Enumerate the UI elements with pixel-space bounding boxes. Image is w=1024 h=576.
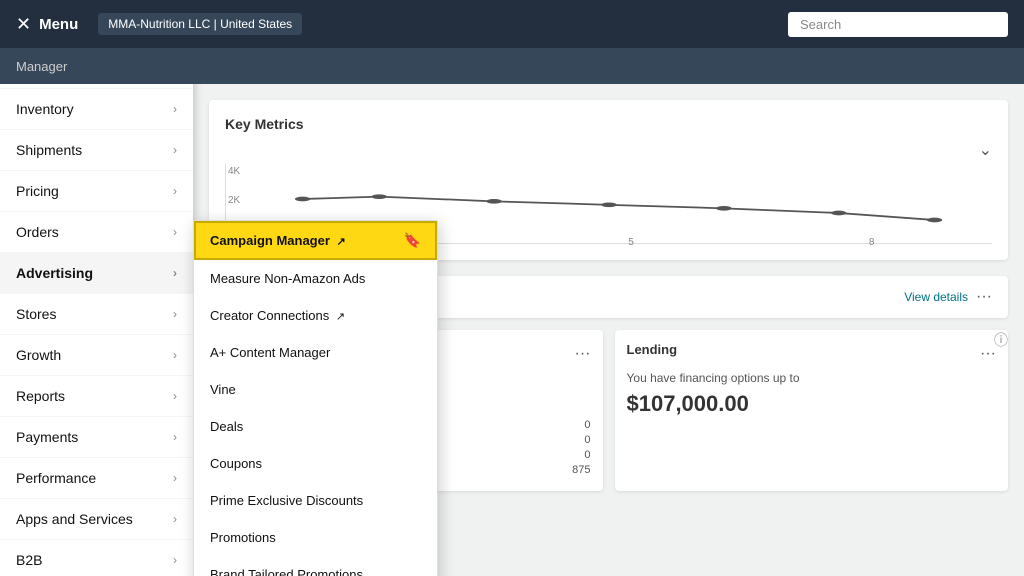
sidebar-item-inventory[interactable]: Inventory ›: [0, 89, 193, 130]
search-placeholder: Search: [800, 17, 841, 32]
menu-label: Menu: [39, 16, 78, 33]
sidebar-item-growth-label: Growth: [16, 347, 61, 363]
chart-label-2k: 2K: [228, 195, 240, 206]
sidebar-item-orders-label: Orders: [16, 224, 59, 240]
chart-date-2: 5: [628, 237, 634, 248]
sidebar-item-stores-label: Stores: [16, 306, 56, 322]
resolve-info-icon[interactable]: ⓘ: [994, 330, 1008, 350]
sidebar-item-growth[interactable]: Growth ›: [0, 335, 193, 376]
sidebar-item-payments-label: Payments: [16, 429, 78, 445]
external-link-icon-2: ↗: [336, 311, 345, 323]
lending-text: You have financing options up to: [627, 371, 997, 385]
chevron-icon: ›: [173, 553, 177, 567]
close-icon[interactable]: ✕: [16, 14, 31, 35]
chevron-icon: ›: [173, 512, 177, 526]
top-bar-left: ✕ Menu: [16, 14, 78, 35]
lending-title: Lending: [627, 342, 678, 357]
campaign-manager-label: Campaign Manager ↗: [210, 233, 346, 248]
chevron-icon: ›: [173, 389, 177, 403]
coupons-label: Coupons: [210, 456, 262, 471]
promotions-label: Promotions: [210, 530, 276, 545]
sidebar-item-reports[interactable]: Reports ›: [0, 376, 193, 417]
sidebar-item-reports-label: Reports: [16, 388, 65, 404]
lending-amount: $107,000.00: [627, 391, 997, 417]
view-details-link[interactable]: View details: [904, 290, 968, 304]
prime-exclusive-label: Prime Exclusive Discounts: [210, 493, 363, 508]
sidebar-item-orders[interactable]: Orders ›: [0, 212, 193, 253]
chevron-icon: ›: [173, 184, 177, 198]
sidebar-item-advertising[interactable]: Advertising ›: [0, 253, 193, 294]
sidebar-item-advertising-label: Advertising: [16, 265, 93, 281]
account-badge[interactable]: MMA-Nutrition LLC | United States: [98, 13, 302, 35]
resolve-more-icon[interactable]: ···: [976, 288, 992, 306]
external-link-icon: ↗: [337, 236, 346, 248]
sidebar-item-performance[interactable]: Performance ›: [0, 458, 193, 499]
chevron-icon: ›: [173, 102, 177, 116]
sidebar-item-payments[interactable]: Payments ›: [0, 417, 193, 458]
advertising-submenu: Campaign Manager ↗ 🔖 Measure Non-Amazon …: [193, 220, 438, 576]
sidebar-item-apps-services-label: Apps and Services: [16, 511, 133, 527]
brand-tailored-label: Brand Tailored Promotions: [210, 567, 363, 576]
chevron-icon: ›: [173, 225, 177, 239]
restock-more-icon[interactable]: ···: [575, 345, 591, 363]
sidebar-item-b2b[interactable]: B2B ›: [0, 540, 193, 576]
sidebar-item-shipments-label: Shipments: [16, 142, 82, 158]
creator-connections-label: Creator Connections ↗: [210, 308, 345, 323]
sidebar-item-stores[interactable]: Stores ›: [0, 294, 193, 335]
submenu-item-deals[interactable]: Deals: [194, 408, 437, 445]
submenu-item-vine[interactable]: Vine: [194, 371, 437, 408]
aplus-content-label: A+ Content Manager: [210, 345, 330, 360]
sidebar-item-b2b-label: B2B: [16, 552, 42, 568]
chevron-icon: ›: [173, 430, 177, 444]
chevron-icon: ›: [173, 266, 177, 280]
chart-date-3: 8: [869, 237, 875, 248]
submenu-item-aplus-content[interactable]: A+ Content Manager: [194, 334, 437, 371]
vine-label: Vine: [210, 382, 236, 397]
submenu-item-coupons[interactable]: Coupons: [194, 445, 437, 482]
chevron-icon: ›: [173, 307, 177, 321]
sub-header: Manager: [0, 48, 1024, 84]
sidebar-item-pricing-label: Pricing: [16, 183, 59, 199]
submenu-item-promotions[interactable]: Promotions: [194, 519, 437, 556]
sidebar-item-performance-label: Performance: [16, 470, 96, 486]
measure-non-amazon-label: Measure Non-Amazon Ads: [210, 271, 365, 286]
submenu-item-brand-tailored[interactable]: Brand Tailored Promotions: [194, 556, 437, 576]
sidebar-item-pricing[interactable]: Pricing ›: [0, 171, 193, 212]
sidebar-item-apps-services[interactable]: Apps and Services ›: [0, 499, 193, 540]
submenu-item-campaign-manager[interactable]: Campaign Manager ↗ 🔖: [194, 221, 437, 260]
chevron-icon: ›: [173, 471, 177, 485]
sidebar-item-inventory-label: Inventory: [16, 101, 74, 117]
chart-expand-icon[interactable]: ⌄: [979, 140, 992, 160]
sidebar: ✕ Menu Catalog › Inventory › Shipments ›…: [0, 0, 193, 576]
top-bar: ✕ Menu MMA-Nutrition LLC | United States…: [0, 0, 1024, 48]
sidebar-item-shipments[interactable]: Shipments ›: [0, 130, 193, 171]
submenu-item-prime-exclusive[interactable]: Prime Exclusive Discounts: [194, 482, 437, 519]
deals-label: Deals: [210, 419, 243, 434]
submenu-item-creator-connections[interactable]: Creator Connections ↗: [194, 297, 437, 334]
chevron-icon: ›: [173, 348, 177, 362]
lending-card: Lending ··· You have financing options u…: [615, 330, 1009, 491]
submenu-item-measure-non-amazon[interactable]: Measure Non-Amazon Ads: [194, 260, 437, 297]
key-metrics-title: Key Metrics: [225, 116, 992, 132]
chart-label-4k: 4K: [228, 166, 240, 177]
chevron-icon: ›: [173, 143, 177, 157]
search-box[interactable]: Search: [788, 12, 1008, 37]
bookmark-icon[interactable]: 🔖: [404, 232, 421, 249]
sub-header-text: Manager: [16, 59, 67, 74]
